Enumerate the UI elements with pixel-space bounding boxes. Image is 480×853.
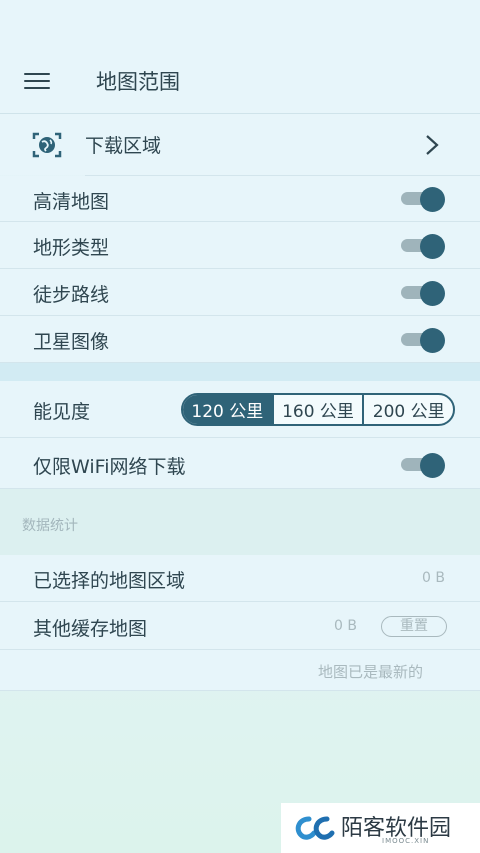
visibility-option-200[interactable]: 200 公里 xyxy=(362,395,453,424)
visibility-segmented-control: 120 公里 160 公里 200 公里 xyxy=(181,393,455,426)
page-title: 地图范围 xyxy=(96,70,180,94)
status-row: 地图已是最新的 xyxy=(0,650,480,691)
wifi-only-row: 仅限WiFi网络下载 xyxy=(0,438,480,489)
app-header: 地图范围 xyxy=(0,0,480,114)
watermark-subtext: IMOOC.XIN xyxy=(382,837,430,845)
other-cache-label: 其他缓存地图 xyxy=(33,618,148,640)
globe-scan-icon xyxy=(32,132,62,158)
visibility-option-120[interactable]: 120 公里 xyxy=(183,395,272,424)
wifi-only-toggle[interactable] xyxy=(401,453,445,478)
selected-areas-label: 已选择的地图区域 xyxy=(33,570,186,592)
chevron-right-icon[interactable] xyxy=(424,133,440,157)
hd-map-row: 高清地图 xyxy=(0,176,480,222)
stats-section-title: 数据统计 xyxy=(22,518,78,534)
satellite-toggle[interactable] xyxy=(401,328,445,353)
hiking-row: 徒步路线 xyxy=(0,269,480,316)
download-area-row[interactable]: 下载区域 xyxy=(0,114,480,175)
section-gap xyxy=(0,363,480,381)
hd-map-toggle[interactable] xyxy=(401,187,445,212)
map-status-text: 地图已是最新的 xyxy=(318,663,424,681)
hiking-label: 徒步路线 xyxy=(33,284,110,306)
download-area-label: 下载区域 xyxy=(85,135,162,157)
terrain-row: 地形类型 xyxy=(0,222,480,269)
reset-cache-button[interactable]: 重置 xyxy=(381,616,447,637)
other-cache-size: 0 B xyxy=(334,618,357,634)
satellite-row: 卫星图像 xyxy=(0,316,480,363)
stats-section-header: 数据统计 xyxy=(0,489,480,555)
terrain-label: 地形类型 xyxy=(33,237,110,259)
visibility-option-160[interactable]: 160 公里 xyxy=(271,395,363,424)
hiking-toggle[interactable] xyxy=(401,281,445,306)
satellite-label: 卫星图像 xyxy=(33,331,110,353)
watermark: 陌客软件园 IMOOC.XIN xyxy=(281,803,480,853)
selected-areas-row[interactable]: 已选择的地图区域 0 B xyxy=(0,555,480,602)
watermark-logo xyxy=(295,816,335,840)
terrain-toggle[interactable] xyxy=(401,234,445,259)
wifi-only-label: 仅限WiFi网络下载 xyxy=(33,456,186,478)
hamburger-menu-icon[interactable] xyxy=(24,73,50,91)
hd-map-label: 高清地图 xyxy=(33,191,110,213)
selected-areas-size: 0 B xyxy=(422,570,445,586)
visibility-label: 能见度 xyxy=(33,401,91,423)
